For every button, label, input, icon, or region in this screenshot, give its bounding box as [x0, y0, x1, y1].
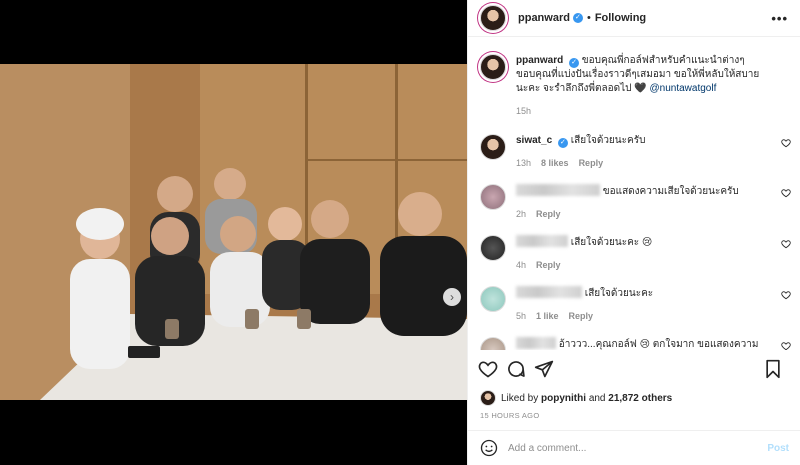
post-comment-button[interactable]: Post [767, 443, 789, 454]
comment-row: เสียใจด้วยนะคะ 5h 1 like Reply [468, 286, 800, 323]
comment-text: เสียใจด้วยนะครับ [570, 135, 646, 146]
caption-username[interactable]: ppanward [516, 55, 563, 66]
caption-mention-link[interactable]: @nuntawatgolf [649, 83, 716, 94]
follow-button[interactable]: Following [595, 12, 646, 24]
post-media-area: › [0, 0, 467, 465]
caption-author-avatar[interactable] [480, 54, 506, 80]
next-slide-button[interactable]: › [443, 288, 461, 306]
comment-reply-button[interactable]: Reply [536, 258, 561, 272]
commenter-username-redacted[interactable] [516, 235, 568, 247]
commenter-avatar[interactable] [480, 286, 506, 312]
post-timestamp[interactable]: 15 HOURS AGO [480, 411, 539, 420]
author-avatar[interactable] [480, 5, 506, 31]
caption-time[interactable]: 15h [516, 104, 531, 118]
more-options-icon[interactable]: ••• [771, 11, 788, 26]
author-username[interactable]: ppanward [518, 12, 570, 24]
post-side-panel: ppanward ✓ • Following ••• ppanward ✓ ขอ… [467, 0, 800, 465]
heart-icon[interactable] [478, 359, 498, 379]
comment-text: ขอแสดงความเสียใจด้วยนะครับ [602, 186, 739, 197]
comment-like-count[interactable]: 1 like [536, 309, 559, 323]
comment-heart-icon[interactable] [781, 138, 791, 148]
comment-time[interactable]: 5h [516, 309, 526, 323]
comment-like-count[interactable]: 8 likes [541, 156, 569, 170]
comment-row: siwat_c ✓ เสียใจด้วยนะครับ 13h 8 likes R… [468, 134, 800, 170]
comment-row: เสียใจด้วยนะคะ 😢 4h Reply [468, 235, 800, 272]
verified-badge-icon: ✓ [572, 13, 583, 23]
liked-by-prefix: Liked by [501, 392, 539, 404]
comment-time[interactable]: 2h [516, 207, 526, 221]
send-plane-icon[interactable] [534, 359, 554, 379]
commenter-username-redacted[interactable] [516, 286, 582, 298]
commenter-username-redacted[interactable] [516, 337, 556, 349]
comment-heart-icon[interactable] [781, 188, 791, 198]
verified-badge-icon: ✓ [569, 58, 580, 68]
liker-avatar[interactable] [480, 390, 496, 406]
smiley-icon[interactable] [480, 439, 498, 457]
comment-heart-icon[interactable] [781, 341, 791, 350]
bookmark-icon[interactable] [763, 359, 783, 379]
group-photo-illustration [0, 64, 467, 400]
liked-by-connector: and [588, 392, 606, 404]
chevron-right-icon: › [450, 290, 454, 304]
caption-row: ppanward ✓ ขอบคุณพี่กอล์ฟสำหรับคำแนะนำต่… [468, 54, 800, 118]
commenter-avatar[interactable] [480, 184, 506, 210]
comment-bubble-icon[interactable] [506, 359, 526, 379]
post-header: ppanward ✓ • Following ••• [468, 0, 800, 37]
commenter-avatar[interactable] [480, 235, 506, 261]
comment-reply-button[interactable]: Reply [536, 207, 561, 221]
likes-summary: Liked by popynithi and 21,872 others [480, 390, 672, 406]
comment-row: อ้าววว...คุณกอล์ฟ 😢 ตกใจมาก ขอแสดงความเส… [468, 337, 800, 350]
comment-input[interactable] [508, 442, 768, 454]
post-photo[interactable]: › [0, 64, 467, 400]
comment-reply-button[interactable]: Reply [579, 156, 604, 170]
comment-row: ขอแสดงความเสียใจด้วยนะครับ 2h Reply [468, 184, 800, 221]
separator-dot: • [586, 12, 591, 24]
comment-reply-button[interactable]: Reply [569, 309, 594, 323]
liked-by-others-link[interactable]: 21,872 others [608, 393, 672, 404]
comment-composer: Post [468, 430, 800, 465]
commenter-username-redacted[interactable] [516, 184, 600, 196]
comment-heart-icon[interactable] [781, 290, 791, 300]
commenter-username[interactable]: siwat_c [516, 135, 552, 146]
commenter-avatar[interactable] [480, 337, 506, 350]
comments-list[interactable]: ppanward ✓ ขอบคุณพี่กอล์ฟสำหรับคำแนะนำต่… [468, 38, 800, 350]
comment-time[interactable]: 4h [516, 258, 526, 272]
comment-text: เสียใจด้วยนะคะ 😢 [570, 237, 653, 248]
comment-text: เสียใจด้วยนะคะ [584, 288, 654, 299]
post-actions-bar [468, 354, 800, 384]
comment-time[interactable]: 13h [516, 156, 531, 170]
liked-by-user-link[interactable]: popynithi [541, 393, 586, 404]
comment-heart-icon[interactable] [781, 239, 791, 249]
commenter-avatar[interactable] [480, 134, 506, 160]
verified-badge-icon: ✓ [557, 138, 568, 148]
